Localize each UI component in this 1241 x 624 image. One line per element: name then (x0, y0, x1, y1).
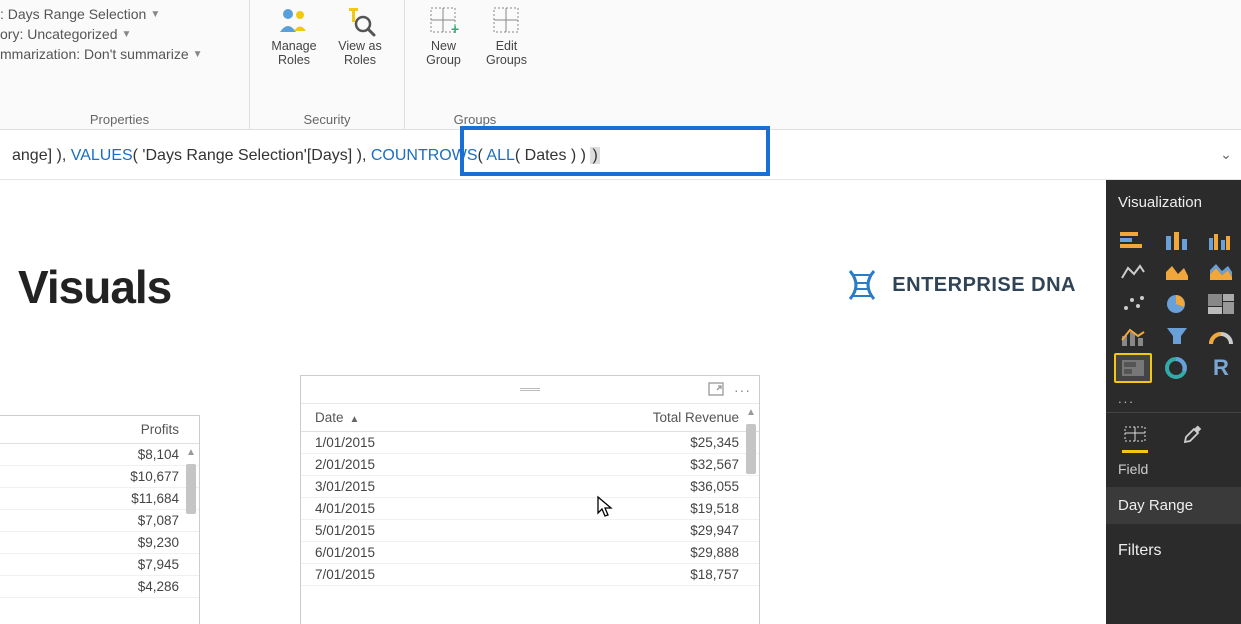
table-row[interactable]: 1/01/2015$25,345 (301, 432, 759, 454)
scroll-thumb[interactable] (746, 424, 756, 474)
view-as-roles-icon (343, 4, 377, 38)
field-section-label: Field (1106, 451, 1241, 481)
table-row[interactable]: $7,087 (0, 510, 199, 532)
clustered-column-icon[interactable] (1202, 225, 1240, 255)
scatter-chart-icon[interactable] (1114, 289, 1152, 319)
revenue-table-visual[interactable]: ··· Date▲ Total Revenue 1/01/2015$25,345… (300, 375, 760, 624)
table-row[interactable]: 3/01/2015$36,055 (301, 476, 759, 498)
report-canvas[interactable]: Visuals ENTERPRISE DNA Profits $8,104$10… (0, 180, 1106, 624)
caret-down-icon: ▼ (122, 29, 132, 40)
scrollbar[interactable]: ▲ (185, 446, 197, 624)
formula-bar[interactable]: ange] ), VALUES( 'Days Range Selection'[… (0, 130, 1241, 180)
caret-down-icon: ▼ (193, 49, 203, 60)
table-row[interactable]: $9,230 (0, 532, 199, 554)
slicer-icon[interactable] (1114, 353, 1152, 383)
table-row[interactable]: $11,684 (0, 488, 199, 510)
column-header-date[interactable]: Date▲ (301, 404, 489, 432)
view-as-roles-button[interactable]: View as Roles (330, 4, 390, 68)
group-label-groups: Groups (415, 108, 535, 127)
drag-grip-icon[interactable] (520, 388, 540, 391)
summarization-row[interactable]: mmarization: Don't summarize▼ (0, 46, 239, 62)
scroll-up-icon[interactable]: ▲ (185, 446, 197, 460)
filters-header: Filters (1106, 524, 1241, 568)
data-category-row[interactable]: ory: Uncategorized▼ (0, 26, 239, 42)
column-header-revenue[interactable]: Total Revenue (489, 404, 759, 432)
new-group-button[interactable]: + New Group (415, 4, 472, 68)
table-row[interactable]: $10,677 (0, 466, 199, 488)
combo-chart-icon[interactable] (1114, 321, 1152, 351)
table-row[interactable]: 6/01/2015$29,888 (301, 542, 759, 564)
table-row[interactable]: 4/01/2015$19,518 (301, 498, 759, 520)
manage-roles-icon (277, 4, 311, 38)
table-row[interactable]: $8,104 (0, 444, 199, 466)
properties-group: : Days Range Selection▼ ory: Uncategoriz… (0, 4, 239, 62)
treemap-icon[interactable] (1202, 289, 1240, 319)
field-well-value[interactable]: Day Range (1106, 487, 1241, 524)
sort-asc-icon: ▲ (350, 414, 360, 425)
formula-expand-button[interactable]: ⌄ (1211, 146, 1241, 163)
funnel-icon[interactable] (1158, 321, 1196, 351)
dna-icon (842, 265, 882, 305)
new-group-icon: + (427, 4, 461, 38)
edit-groups-icon (490, 4, 524, 38)
stacked-column-icon[interactable] (1158, 225, 1196, 255)
edit-groups-button[interactable]: Edit Groups (478, 4, 535, 68)
svg-text:+: + (451, 21, 459, 37)
table-name-row[interactable]: : Days Range Selection▼ (0, 6, 239, 22)
r-visual-icon[interactable]: R (1202, 353, 1240, 383)
profits-table-visual[interactable]: Profits $8,104$10,677$11,684$7,087$9,230… (0, 415, 200, 624)
scroll-thumb[interactable] (186, 464, 196, 514)
line-chart-icon[interactable] (1114, 257, 1152, 287)
focus-mode-icon[interactable] (708, 382, 724, 398)
caret-down-icon: ▼ (150, 9, 160, 20)
visualizations-pane: Visualization R ... (1106, 180, 1241, 624)
group-label-properties: Properties (0, 108, 239, 127)
pie-chart-icon[interactable] (1158, 289, 1196, 319)
visual-header: ··· (301, 376, 759, 404)
table-row[interactable]: 2/01/2015$32,567 (301, 454, 759, 476)
gauge-icon[interactable] (1202, 321, 1240, 351)
group-label-security: Security (260, 108, 394, 127)
table-row[interactable]: $4,286 (0, 576, 199, 598)
brand-logo: ENTERPRISE DNA (842, 265, 1076, 305)
stacked-bar-icon[interactable] (1114, 225, 1152, 255)
page-title: Visuals (18, 260, 171, 314)
table-row[interactable]: $7,945 (0, 554, 199, 576)
scroll-up-icon[interactable]: ▲ (745, 406, 757, 420)
table-row[interactable]: 5/01/2015$29,947 (301, 520, 759, 542)
fields-tab[interactable] (1120, 421, 1150, 447)
stacked-area-icon[interactable] (1202, 257, 1240, 287)
visualizations-header: Visualization (1106, 180, 1241, 223)
donut-chart-icon[interactable] (1158, 353, 1196, 383)
more-visuals-button[interactable]: ... (1106, 389, 1241, 412)
format-tab[interactable] (1176, 421, 1206, 447)
manage-roles-button[interactable]: Manage Roles (264, 4, 324, 68)
more-options-icon[interactable]: ··· (734, 382, 751, 398)
visualization-gallery: R (1106, 223, 1241, 389)
area-chart-icon[interactable] (1158, 257, 1196, 287)
table-row[interactable]: 7/01/2015$18,757 (301, 564, 759, 586)
scrollbar[interactable]: ▲ (745, 406, 757, 624)
ribbon: : Days Range Selection▼ ory: Uncategoriz… (0, 0, 1241, 130)
column-header-profits[interactable]: Profits (0, 416, 199, 444)
